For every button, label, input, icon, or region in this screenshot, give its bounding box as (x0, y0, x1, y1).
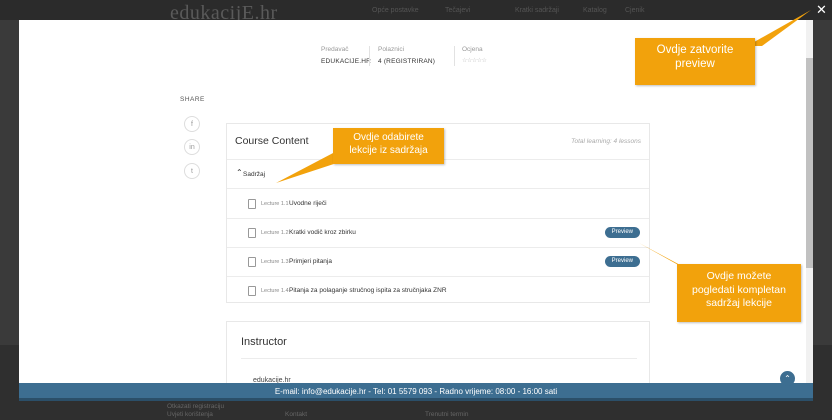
meta-students-value: 4 (REGISTRIRAN) (378, 58, 436, 65)
lecture-title[interactable]: Primjeri pitanja (289, 258, 332, 265)
section-label: Sadržaj (243, 171, 266, 178)
facebook-icon[interactable]: f (184, 116, 200, 132)
course-content-title: Course Content (235, 135, 309, 147)
lecture-row[interactable]: Lecture 1.4 Pitanja za polaganje stručno… (227, 277, 649, 306)
callout-content: Ovdje odabirete lekcije iz sadržaja (333, 128, 444, 164)
background-nav-item: Kratki sadržaji (515, 7, 559, 14)
document-icon (248, 199, 256, 209)
document-icon (248, 286, 256, 296)
background-footer-text: Kontakt (285, 411, 308, 418)
background-footer-text: Trenutni termin (425, 411, 469, 418)
callout-text: pogledati kompletan (692, 283, 786, 296)
close-icon[interactable]: ✕ (816, 3, 827, 16)
callout-text: sadržaj lekcije (706, 297, 772, 309)
lecture-title[interactable]: Kratki vodič kroz zbirku (289, 229, 356, 236)
meta-divider (369, 46, 370, 66)
callout-text: lekcije iz sadržaja (349, 144, 428, 156)
callout-text: preview (675, 57, 715, 70)
meta-instructor-label: Predavač (321, 46, 349, 53)
scroll-top-button[interactable]: ⌃ (780, 371, 795, 386)
lecture-number: Lecture 1.4 (261, 288, 289, 294)
meta-students-label: Polaznici (378, 46, 405, 53)
total-lessons: Total learning: 4 lessons (571, 138, 641, 145)
lecture-title[interactable]: Uvodne riječi (289, 200, 327, 207)
chevron-up-icon: ⌃ (784, 374, 791, 383)
meta-rating-label: Ocjena (462, 46, 483, 53)
lecture-row[interactable]: Lecture 1.1 Uvodne riječi (227, 190, 649, 219)
meta-instructor-value: EDUKACIJE.HR (321, 58, 372, 65)
lecture-row[interactable]: Lecture 1.2 Kratki vodič kroz zbirku Pre… (227, 219, 649, 248)
contact-bar-strip (19, 398, 813, 401)
preview-button[interactable]: Preview (604, 256, 640, 267)
lecture-row[interactable]: Lecture 1.3 Primjeri pitanja Preview (227, 248, 649, 277)
callout-text: Ovdje zatvorite (656, 44, 734, 56)
callout-close: Ovdje zatvorite preview (635, 38, 755, 85)
callout-preview: Ovdje možete pogledati kompletan sadržaj… (677, 264, 801, 322)
lecture-number: Lecture 1.2 (261, 230, 289, 236)
meta-rating: Ocjena ☆☆☆☆☆ (462, 46, 487, 64)
background-footer-text: Otkazati registraciju (167, 403, 225, 410)
star-rating: ☆☆☆☆☆ (462, 58, 487, 64)
lecture-number: Lecture 1.3 (261, 259, 289, 265)
callout-text: Ovdje možete (706, 270, 772, 282)
linkedin-icon[interactable]: in (184, 139, 200, 155)
twitter-icon[interactable]: t (184, 163, 200, 179)
lecture-title[interactable]: Pitanja za polaganje stručnog ispita za … (289, 287, 447, 294)
meta-divider (454, 46, 455, 66)
scrollbar-thumb[interactable] (806, 58, 813, 268)
divider (241, 358, 637, 359)
callout-text: Ovdje odabirete (353, 132, 424, 143)
meta-students: Polaznici 4 (REGISTRIRAN) (378, 46, 435, 65)
meta-instructor: Predavač EDUKACIJE.HR (321, 46, 371, 65)
document-icon (248, 257, 256, 267)
document-icon (248, 228, 256, 238)
background-nav-item: Opće postavke (372, 7, 419, 14)
lecture-number: Lecture 1.1 (261, 201, 289, 207)
share-label: SHARE (180, 96, 205, 103)
background-nav-item: Cjenik (625, 7, 645, 14)
background-nav-item: Tečajevi (445, 7, 471, 14)
scrollbar[interactable] (806, 20, 813, 400)
instructor-title: Instructor (241, 336, 287, 348)
background-nav-item: Katalog (583, 7, 607, 14)
preview-button[interactable]: Preview (604, 227, 640, 238)
chevron-up-icon: ⌃ (236, 168, 243, 177)
background-footer-text: Uvjeti korištenja (167, 411, 213, 418)
